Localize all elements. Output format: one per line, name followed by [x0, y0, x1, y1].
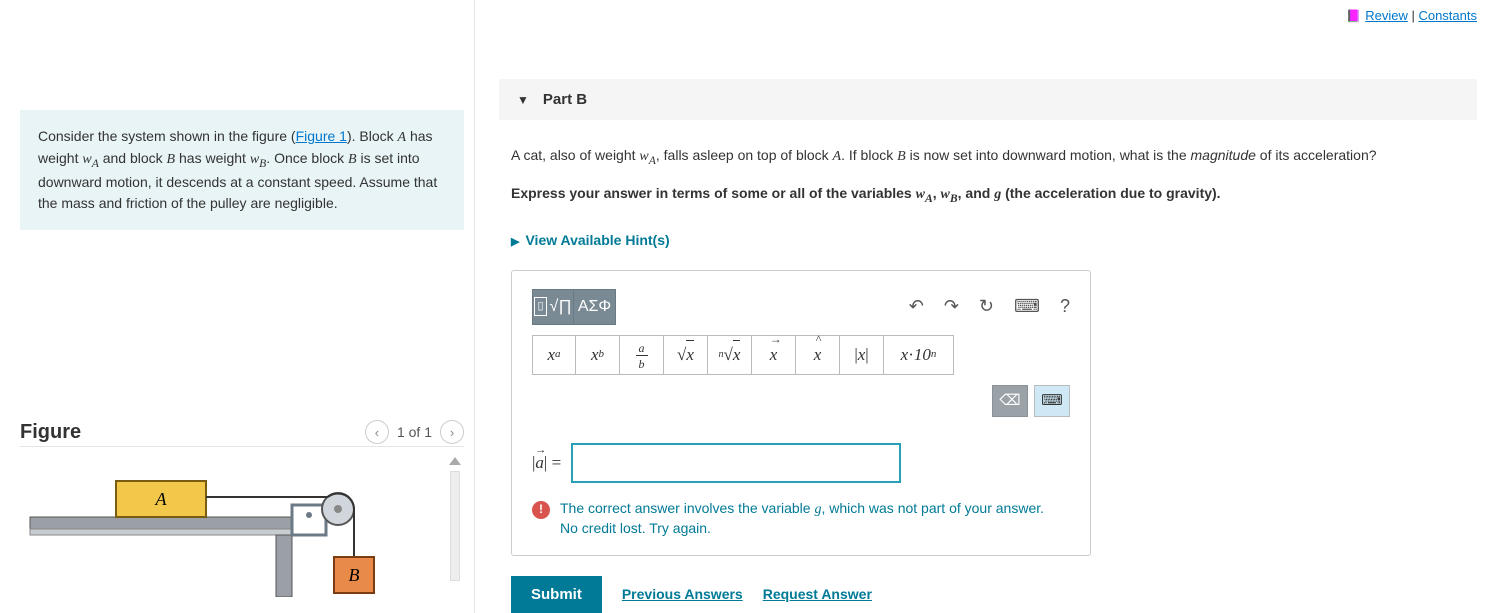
collapse-icon: ▼	[517, 93, 529, 107]
block-a-label: A	[155, 489, 168, 509]
view-hints-toggle[interactable]: ▶View Available Hint(s)	[511, 229, 1465, 252]
answer-box: ▯√∏ ΑΣΦ ↶ ↷ ↻ ⌨ ? xa xb	[511, 270, 1091, 556]
figure-pager-text: 1 of 1	[397, 424, 432, 440]
submit-button[interactable]: Submit	[511, 576, 602, 613]
keyboard-button[interactable]: ⌨	[1014, 292, 1040, 321]
figure-pager: ‹ 1 of 1 ›	[365, 420, 464, 444]
help-button[interactable]: ?	[1060, 292, 1070, 321]
figure-diagram: A B	[20, 457, 438, 600]
problem-intro: Consider the system shown in the figure …	[20, 110, 464, 230]
figure-next-button[interactable]: ›	[440, 420, 464, 444]
templates-tab[interactable]: ▯√∏	[532, 289, 574, 325]
expand-icon: ▶	[511, 236, 519, 248]
figure-prev-button[interactable]: ‹	[365, 420, 389, 444]
figure-link[interactable]: Figure 1	[296, 128, 347, 144]
superscript-button[interactable]: xa	[532, 335, 576, 375]
feedback-message: ! The correct answer involves the variab…	[532, 499, 1070, 539]
constants-link[interactable]: Constants	[1418, 8, 1477, 23]
figure-scrollbar[interactable]	[446, 457, 464, 581]
scroll-up-icon[interactable]	[449, 457, 461, 465]
sqrt-button[interactable]: √x	[664, 335, 708, 375]
previous-answers-link[interactable]: Previous Answers	[622, 583, 743, 605]
answer-instructions: Express your answer in terms of some or …	[511, 182, 1465, 208]
error-icon: !	[532, 501, 550, 519]
hat-button[interactable]: x^	[796, 335, 840, 375]
answer-label: |a→| =	[532, 449, 561, 476]
vector-button[interactable]: x→	[752, 335, 796, 375]
greek-tab[interactable]: ΑΣΦ	[574, 289, 616, 325]
abs-button[interactable]: |x|	[840, 335, 884, 375]
request-answer-link[interactable]: Request Answer	[763, 583, 872, 605]
undo-button[interactable]: ↶	[909, 292, 924, 321]
block-b-label: B	[349, 565, 360, 585]
reset-button[interactable]: ↻	[979, 292, 994, 321]
nth-root-button[interactable]: n√x	[708, 335, 752, 375]
review-link[interactable]: Review	[1365, 8, 1408, 23]
figure-heading: Figure	[20, 421, 81, 444]
redo-button[interactable]: ↷	[944, 292, 959, 321]
answer-input[interactable]	[571, 443, 901, 483]
part-title: Part B	[543, 91, 587, 108]
intro-text: Consider the system shown in the figure …	[38, 128, 296, 144]
part-header[interactable]: ▼ Part B	[499, 79, 1477, 120]
sci-notation-button[interactable]: x·10n	[884, 335, 954, 375]
subscript-button[interactable]: xb	[576, 335, 620, 375]
backspace-button[interactable]: ⌫	[992, 385, 1028, 417]
scroll-track[interactable]	[450, 471, 460, 581]
book-icon	[1346, 8, 1365, 23]
keyboard-toggle-button[interactable]: ⌨	[1034, 385, 1070, 417]
fraction-button[interactable]: ab	[620, 335, 664, 375]
question-text: A cat, also of weight wA, falls asleep o…	[511, 144, 1465, 170]
